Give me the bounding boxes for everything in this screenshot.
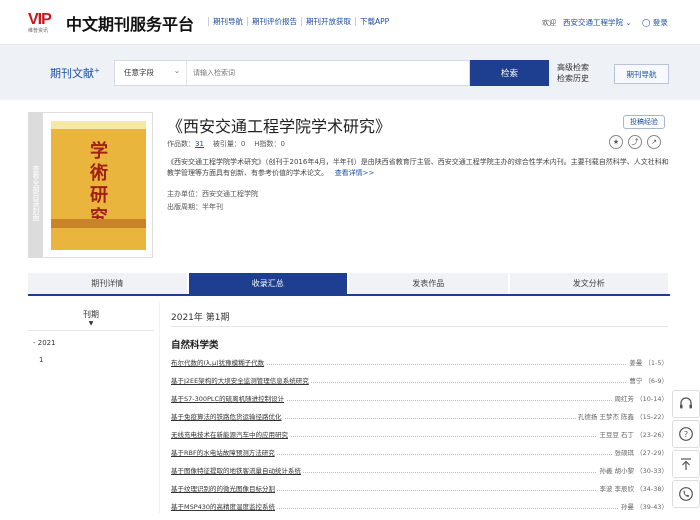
svg-text:?: ? [684, 430, 688, 439]
article-authors: 周红芳 （10-14） [612, 394, 668, 404]
phone-button[interactable] [672, 480, 700, 508]
question-icon: ? [679, 427, 693, 441]
tab-journal-details[interactable]: 期刊详情 [28, 273, 189, 294]
customer-service-button[interactable] [672, 390, 700, 418]
caret-down-icon: ▼ [88, 320, 94, 327]
article-row: 基于MSP430的高精度温度监控系统 孙曼 （39-43） [171, 502, 668, 520]
nav-journal-guide[interactable]: 期刊导航 [208, 17, 247, 26]
article-row: 基于图像特征提取的地铁客流量自动统计系统 孙義 胡小黎 （30-33） [171, 466, 668, 484]
search-button[interactable]: 检索 [470, 60, 549, 86]
journal-title: 《西安交通工程学院学术研究》 [167, 117, 392, 136]
article-list: 布尔代数的(λ,μ)犹豫模糊子代数 姜曼 （1-5） 基于J2EE架构的大坝安全监测… [171, 358, 668, 520]
tab-published-works[interactable]: 发表作品 [349, 273, 510, 294]
article-authors: 张硕琪 （27-29） [612, 448, 668, 458]
plus-icon: + [94, 66, 100, 75]
article-title[interactable]: 基于MSP430的高精度温度监控系统 [171, 502, 278, 512]
article-row: 无线充电技术在新能源汽车中的应用研究 王豆豆 石丁 （23-26） [171, 430, 668, 448]
top-bar: VIP 维普资讯 中文期刊服务平台 期刊导航 期刊评价报告 期刊开放获取 下载A… [0, 0, 700, 45]
headset-icon [680, 397, 692, 409]
search-history-link[interactable]: 检索历史 [557, 73, 589, 84]
article-authors: 李波 李辰欣 （34-38） [597, 484, 668, 494]
article-title[interactable]: 基于S7-300PLC的硫离机随进控制设计 [171, 394, 287, 404]
article-title[interactable]: 基于免疫算法的铁路危货运输径路优化 [171, 412, 284, 422]
article-title[interactable]: 基于纹理识别的的微光图像目标分割 [171, 484, 277, 494]
divider [171, 326, 668, 327]
article-title[interactable]: 无线充电技术在新能源汽车中的应用研究 [171, 430, 290, 440]
article-title[interactable]: 布尔代数的(λ,μ)犹豫模糊子代数 [171, 358, 267, 368]
user-name: 西安交通工程学院 [563, 18, 623, 27]
article-row: 基于免疫算法的铁路危货运输径路优化 孔德扬 王梦杰 陈鑫 （15-22） [171, 412, 668, 430]
search-band: 期刊文献+ 任意字段 检索 高级检索 检索历史 期刊导航 [0, 45, 700, 100]
publish-cycle: 半年刊 [202, 203, 223, 211]
advanced-search-link[interactable]: 高级检索 [557, 62, 589, 73]
journal-description: 《西安交通工程学院学术研究》（创刊于2016年4月，半年刊）是由陕西省教育厅主管… [167, 158, 669, 177]
search-input[interactable] [187, 61, 467, 85]
article-row: 基于RBF的水电站故障预测方法研究 张硕琪 （27-29） [171, 448, 668, 466]
journal-info: 主办单位：西安交通工程学院 出版周期：半年刊 [167, 190, 258, 211]
field-select[interactable]: 任意字段 [115, 59, 187, 85]
help-button[interactable]: ? [672, 420, 700, 448]
nav-download-app[interactable]: 下载APP [355, 17, 393, 26]
back-to-top-button[interactable] [672, 450, 700, 478]
article-title[interactable]: 基于RBF的水电站故障预测方法研究 [171, 448, 277, 458]
user-icon: ◯ [642, 18, 651, 27]
issue-item[interactable]: 1 [39, 356, 43, 364]
nav-open-access[interactable]: 期刊开放获取 [301, 17, 355, 26]
top-icon [681, 458, 691, 470]
top-nav: 期刊导航 期刊评价报告 期刊开放获取 下载APP [208, 17, 393, 26]
search-title: 期刊文献+ [50, 66, 100, 80]
chevron-down-icon: ⌄ [625, 18, 632, 27]
article-row: 基于J2EE架构的大坝安全监测管理信息系统研究 曹宁 （6-9） [171, 376, 668, 394]
tab-collection-summary[interactable]: 收录汇总 [188, 273, 349, 294]
share-icon[interactable]: ⤴ [628, 135, 642, 149]
phone-icon [679, 487, 693, 501]
login-label: 登录 [652, 18, 668, 27]
logo-text: VIP [28, 11, 52, 28]
period-heading: 刊期 ▼ [28, 309, 154, 328]
journal-tabs: 期刊详情 收录汇总 发表作品 发文分析 [28, 273, 670, 296]
article-authors: 姜曼 （1-5） [627, 358, 668, 368]
view-all-covers-link[interactable]: 查看全部目录封面 [28, 112, 42, 258]
welcome-label: 欢迎 [542, 19, 556, 27]
search-links: 高级检索 检索历史 [557, 62, 589, 84]
journal-nav-button[interactable]: 期刊导航 [614, 64, 669, 84]
submit-experience-button[interactable]: 投稿经验 [623, 115, 665, 129]
divider [28, 330, 154, 331]
cover-title: 学術研究 [90, 141, 108, 228]
article-row: 基于纹理识别的的微光图像目标分割 李波 李辰欣 （34-38） [171, 484, 668, 502]
nav-evaluation-report[interactable]: 期刊评价报告 [247, 17, 301, 26]
logo-subtext: 维普资讯 [28, 28, 49, 34]
cited-count: 0 [240, 140, 246, 148]
tab-publication-analysis[interactable]: 发文分析 [509, 273, 670, 294]
user-menu[interactable]: 西安交通工程学院 ⌄ [563, 17, 632, 28]
article-authors: 王豆豆 石丁 （23-26） [597, 430, 668, 440]
h-index: 0 [280, 140, 285, 148]
year-item[interactable]: - 2021 [33, 339, 56, 347]
view-details-link[interactable]: 查看详情>> [335, 169, 375, 177]
journal-cover: 学術研究 [51, 121, 146, 250]
issue-title: 2021年 第1期 [171, 313, 230, 323]
search-box: 任意字段 [114, 59, 470, 86]
sponsor: 西安交通工程学院 [202, 190, 258, 198]
article-row: 布尔代数的(λ,μ)犹豫模糊子代数 姜曼 （1-5） [171, 358, 668, 376]
article-title[interactable]: 基于图像特征提取的地铁客流量自动统计系统 [171, 466, 303, 476]
external-link-icon[interactable]: ↗ [647, 135, 661, 149]
cover-band [51, 219, 146, 228]
vip-logo[interactable]: VIP 维普资讯 [28, 11, 61, 35]
login-link[interactable]: ◯ 登录 [642, 17, 668, 28]
article-authors: 孙曼 （39-43） [619, 502, 668, 512]
divider [159, 302, 160, 513]
article-authors: 孔德扬 王梦杰 陈鑫 （15-22） [575, 412, 668, 422]
section-title: 自然科学类 [171, 340, 219, 351]
works-count[interactable]: 31 [195, 140, 204, 148]
article-row: 基于S7-300PLC的硫离机随进控制设计 周红芳 （10-14） [171, 394, 668, 412]
journal-stats: 作品数：31 被引量：0 H指数：0 [167, 140, 285, 148]
article-authors: 曹宁 （6-9） [627, 376, 668, 386]
article-title[interactable]: 基于J2EE架构的大坝安全监测管理信息系统研究 [171, 376, 311, 386]
article-authors: 孙義 胡小黎 （30-33） [597, 466, 668, 476]
action-icons: ★ ⤴ ↗ [609, 135, 661, 149]
cover-stripe [51, 121, 146, 129]
star-icon[interactable]: ★ [609, 135, 623, 149]
brand-title[interactable]: 中文期刊服务平台 [66, 11, 194, 35]
